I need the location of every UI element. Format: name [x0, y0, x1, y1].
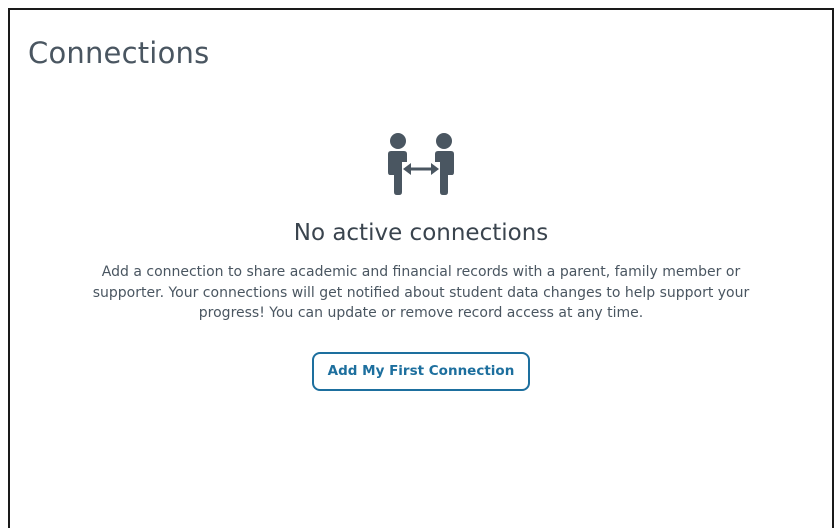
empty-state: No active connections Add a connection t…: [10, 132, 832, 391]
people-connection-icon: [380, 132, 462, 196]
connections-panel: Connections No active connections Add a …: [8, 8, 834, 528]
add-first-connection-button[interactable]: Add My First Connection: [312, 351, 530, 391]
page-title: Connections: [28, 36, 210, 70]
empty-state-description: Add a connection to share academic and f…: [92, 264, 750, 321]
empty-state-title: No active connections: [293, 220, 549, 246]
